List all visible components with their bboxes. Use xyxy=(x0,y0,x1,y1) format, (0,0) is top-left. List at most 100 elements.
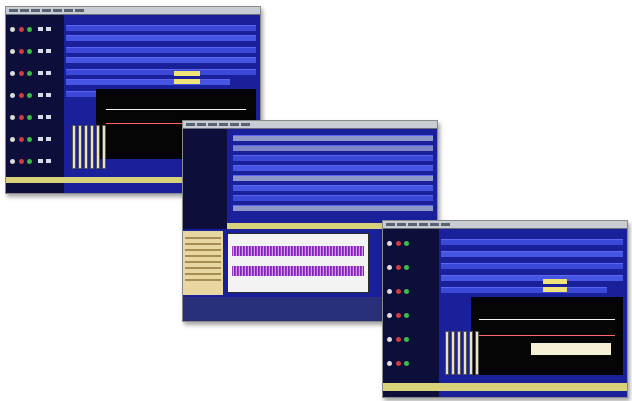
level-meter[interactable] xyxy=(78,125,82,169)
menu-item[interactable] xyxy=(408,223,417,226)
track-lane[interactable] xyxy=(66,47,256,53)
track-lane[interactable] xyxy=(233,185,433,191)
record-arm-icon[interactable] xyxy=(387,313,392,318)
track-lane[interactable] xyxy=(441,251,623,257)
record-arm-icon[interactable] xyxy=(10,159,15,164)
track-button[interactable] xyxy=(38,49,43,53)
track-button[interactable] xyxy=(46,71,51,75)
record-arm-icon[interactable] xyxy=(387,337,392,342)
record-arm-icon[interactable] xyxy=(10,27,15,32)
record-arm-icon[interactable] xyxy=(387,241,392,246)
track-lane[interactable] xyxy=(441,287,607,293)
level-meter[interactable] xyxy=(457,331,461,375)
record-arm-icon[interactable] xyxy=(387,289,392,294)
track-button[interactable] xyxy=(46,93,51,97)
mute-icon[interactable] xyxy=(396,313,401,318)
menu-item[interactable] xyxy=(208,123,217,126)
level-meter[interactable] xyxy=(445,331,449,375)
record-arm-icon[interactable] xyxy=(387,361,392,366)
clip-region[interactable] xyxy=(531,343,611,355)
record-arm-icon[interactable] xyxy=(10,137,15,142)
mute-icon[interactable] xyxy=(19,71,24,76)
list-row[interactable] xyxy=(185,279,221,281)
record-arm-icon[interactable] xyxy=(387,265,392,270)
menu-item[interactable] xyxy=(397,223,406,226)
list-row[interactable] xyxy=(185,255,221,257)
track-button[interactable] xyxy=(38,137,43,141)
solo-icon[interactable] xyxy=(27,115,32,120)
track-lane[interactable] xyxy=(233,175,433,181)
solo-icon[interactable] xyxy=(27,49,32,54)
mute-icon[interactable] xyxy=(19,159,24,164)
menu-item[interactable] xyxy=(186,123,195,126)
solo-icon[interactable] xyxy=(27,137,32,142)
menu-item[interactable] xyxy=(219,123,228,126)
track-lane[interactable] xyxy=(233,135,433,141)
menu-item[interactable] xyxy=(64,9,73,12)
list-row[interactable] xyxy=(185,261,221,263)
mute-icon[interactable] xyxy=(19,27,24,32)
level-meter[interactable] xyxy=(469,331,473,375)
level-meter[interactable] xyxy=(475,331,479,375)
list-row[interactable] xyxy=(185,237,221,239)
record-arm-icon[interactable] xyxy=(10,115,15,120)
menu-item[interactable] xyxy=(230,123,239,126)
track-button[interactable] xyxy=(38,115,43,119)
track-button[interactable] xyxy=(38,159,43,163)
solo-icon[interactable] xyxy=(27,27,32,32)
level-meter[interactable] xyxy=(84,125,88,169)
track-lane[interactable] xyxy=(66,35,256,41)
mute-icon[interactable] xyxy=(396,241,401,246)
track-lane[interactable] xyxy=(233,195,433,201)
solo-icon[interactable] xyxy=(404,241,409,246)
clip-region[interactable] xyxy=(543,279,567,284)
mute-icon[interactable] xyxy=(396,337,401,342)
mute-icon[interactable] xyxy=(19,93,24,98)
track-lane[interactable] xyxy=(66,79,230,85)
record-arm-icon[interactable] xyxy=(10,93,15,98)
track-button[interactable] xyxy=(38,27,43,31)
solo-icon[interactable] xyxy=(27,93,32,98)
solo-icon[interactable] xyxy=(27,159,32,164)
menu-item[interactable] xyxy=(75,9,84,12)
level-meter[interactable] xyxy=(463,331,467,375)
mute-icon[interactable] xyxy=(396,289,401,294)
level-meter[interactable] xyxy=(72,125,76,169)
list-row[interactable] xyxy=(185,249,221,251)
list-row[interactable] xyxy=(185,273,221,275)
clip-region[interactable] xyxy=(174,71,200,76)
menu-item[interactable] xyxy=(31,9,40,12)
track-lane[interactable] xyxy=(233,165,433,171)
level-meter[interactable] xyxy=(90,125,94,169)
mute-icon[interactable] xyxy=(19,49,24,54)
level-meter[interactable] xyxy=(96,125,100,169)
level-meter[interactable] xyxy=(451,331,455,375)
track-button[interactable] xyxy=(46,49,51,53)
track-lane[interactable] xyxy=(233,145,433,151)
solo-icon[interactable] xyxy=(404,361,409,366)
menu-item[interactable] xyxy=(53,9,62,12)
track-lane[interactable] xyxy=(233,205,433,211)
mute-icon[interactable] xyxy=(19,137,24,142)
track-lane[interactable] xyxy=(441,239,623,245)
mute-icon[interactable] xyxy=(396,265,401,270)
solo-icon[interactable] xyxy=(404,289,409,294)
track-button[interactable] xyxy=(46,159,51,163)
menu-item[interactable] xyxy=(42,9,51,12)
record-arm-icon[interactable] xyxy=(10,49,15,54)
track-button[interactable] xyxy=(38,93,43,97)
clip-region[interactable] xyxy=(543,287,567,292)
menu-item[interactable] xyxy=(419,223,428,226)
track-lane[interactable] xyxy=(233,155,433,161)
mute-icon[interactable] xyxy=(396,361,401,366)
menu-item[interactable] xyxy=(9,9,18,12)
clip-region[interactable] xyxy=(174,79,200,84)
track-button[interactable] xyxy=(46,115,51,119)
solo-icon[interactable] xyxy=(27,71,32,76)
track-lane[interactable] xyxy=(441,275,623,281)
waveform-editor[interactable] xyxy=(227,233,369,293)
solo-icon[interactable] xyxy=(404,265,409,270)
mute-icon[interactable] xyxy=(19,115,24,120)
list-row[interactable] xyxy=(185,267,221,269)
menu-item[interactable] xyxy=(241,123,250,126)
